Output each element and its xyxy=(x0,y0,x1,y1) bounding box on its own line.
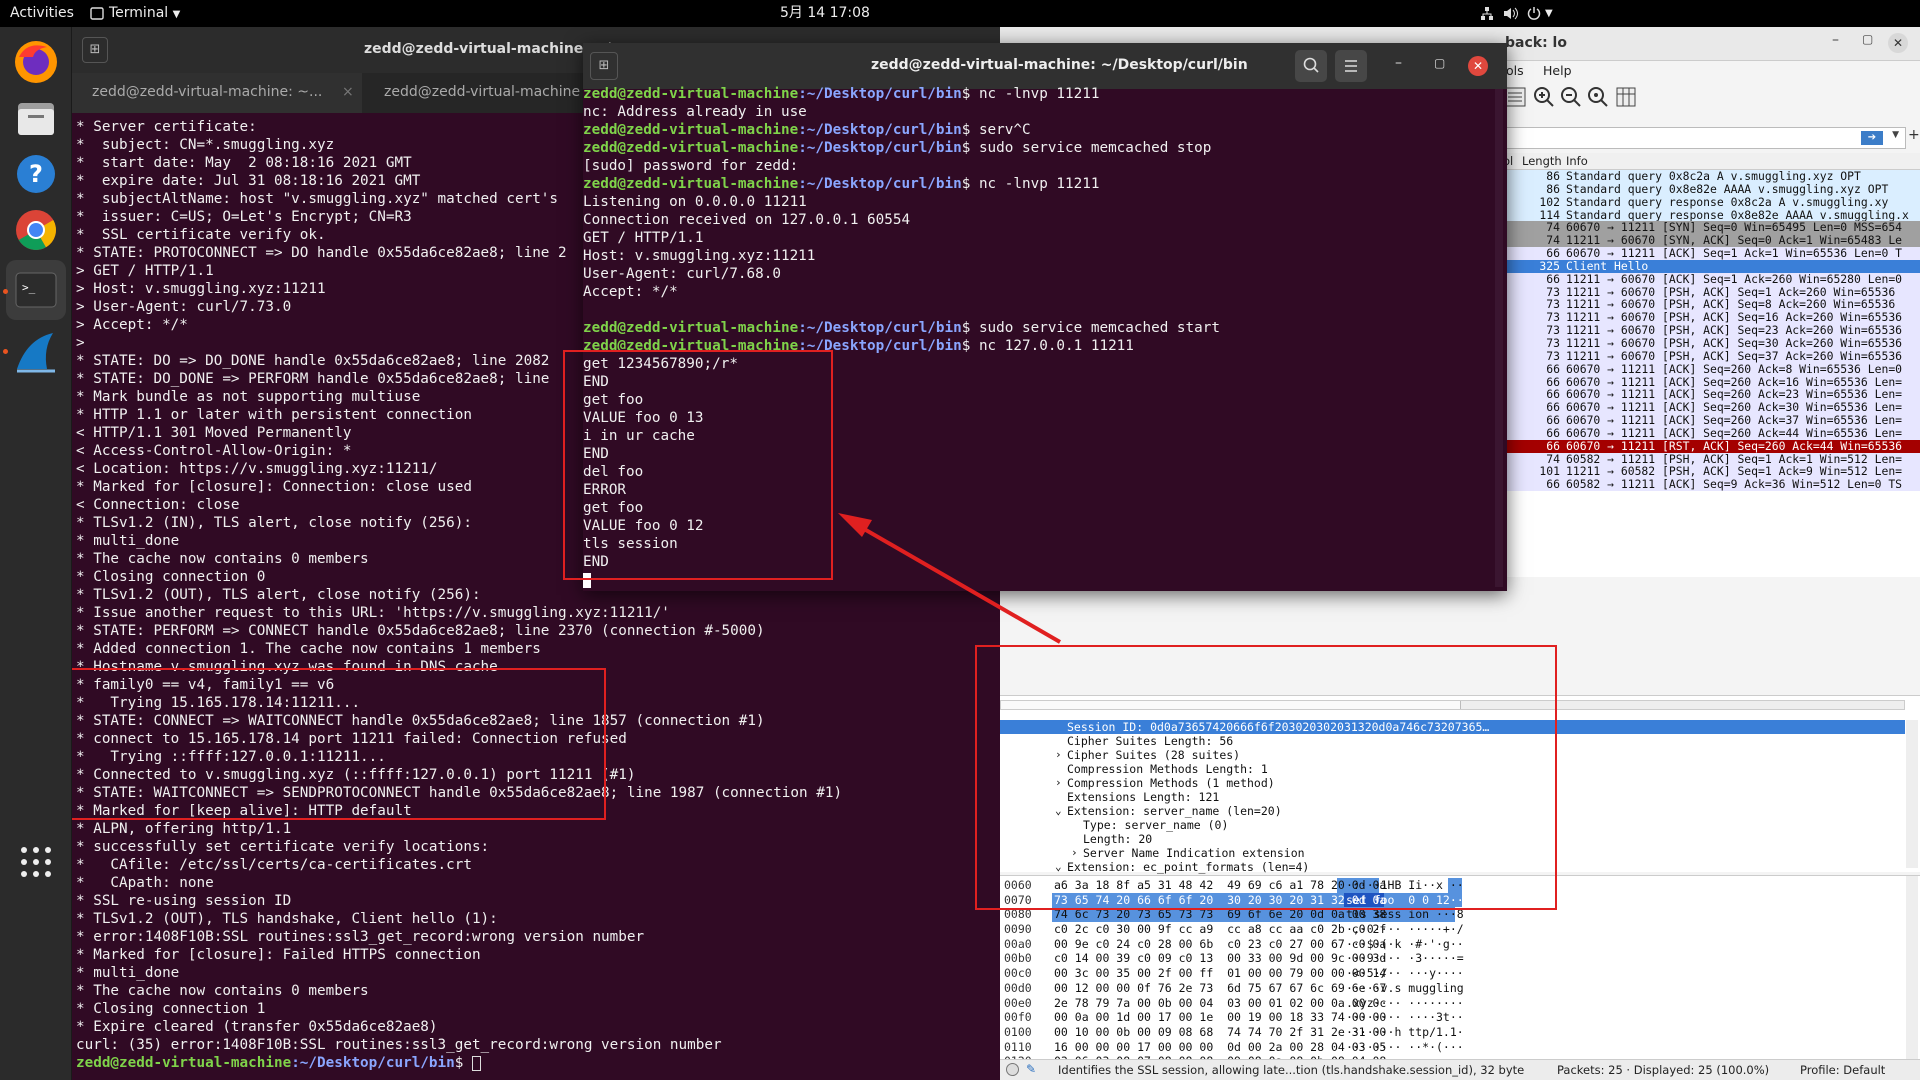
wireshark-icon[interactable] xyxy=(11,327,61,377)
dock: ? >_ xyxy=(0,27,72,1080)
running-indicator xyxy=(3,349,8,354)
help-icon[interactable]: ? xyxy=(11,149,61,199)
running-indicator xyxy=(3,289,8,294)
firefox-icon[interactable] xyxy=(11,37,61,87)
clock[interactable]: 5月 14 17:08 xyxy=(780,0,870,27)
terminal-icon[interactable]: >_ xyxy=(6,260,66,320)
annotation-arrow xyxy=(838,513,1061,644)
app-menu-label: Terminal xyxy=(109,5,169,21)
network-icon[interactable] xyxy=(1480,0,1494,27)
show-applications-icon[interactable] xyxy=(11,837,61,887)
chrome-icon[interactable] xyxy=(11,205,61,255)
files-icon[interactable] xyxy=(11,93,61,143)
activities-button[interactable]: Activities xyxy=(10,0,74,27)
top-bar: Activities Terminal ▼ 5月 14 17:08 ▼ xyxy=(0,0,1920,27)
svg-text:?: ? xyxy=(29,160,43,188)
svg-text:>_: >_ xyxy=(22,281,36,294)
volume-icon[interactable] xyxy=(1503,0,1519,27)
app-menu-button[interactable]: Terminal ▼ xyxy=(109,0,180,27)
terminal-app-icon xyxy=(90,0,104,27)
power-icon[interactable] xyxy=(1527,0,1541,27)
caret-down-icon: ▼ xyxy=(172,9,181,20)
system-menu-caret-icon[interactable]: ▼ xyxy=(1545,0,1553,27)
